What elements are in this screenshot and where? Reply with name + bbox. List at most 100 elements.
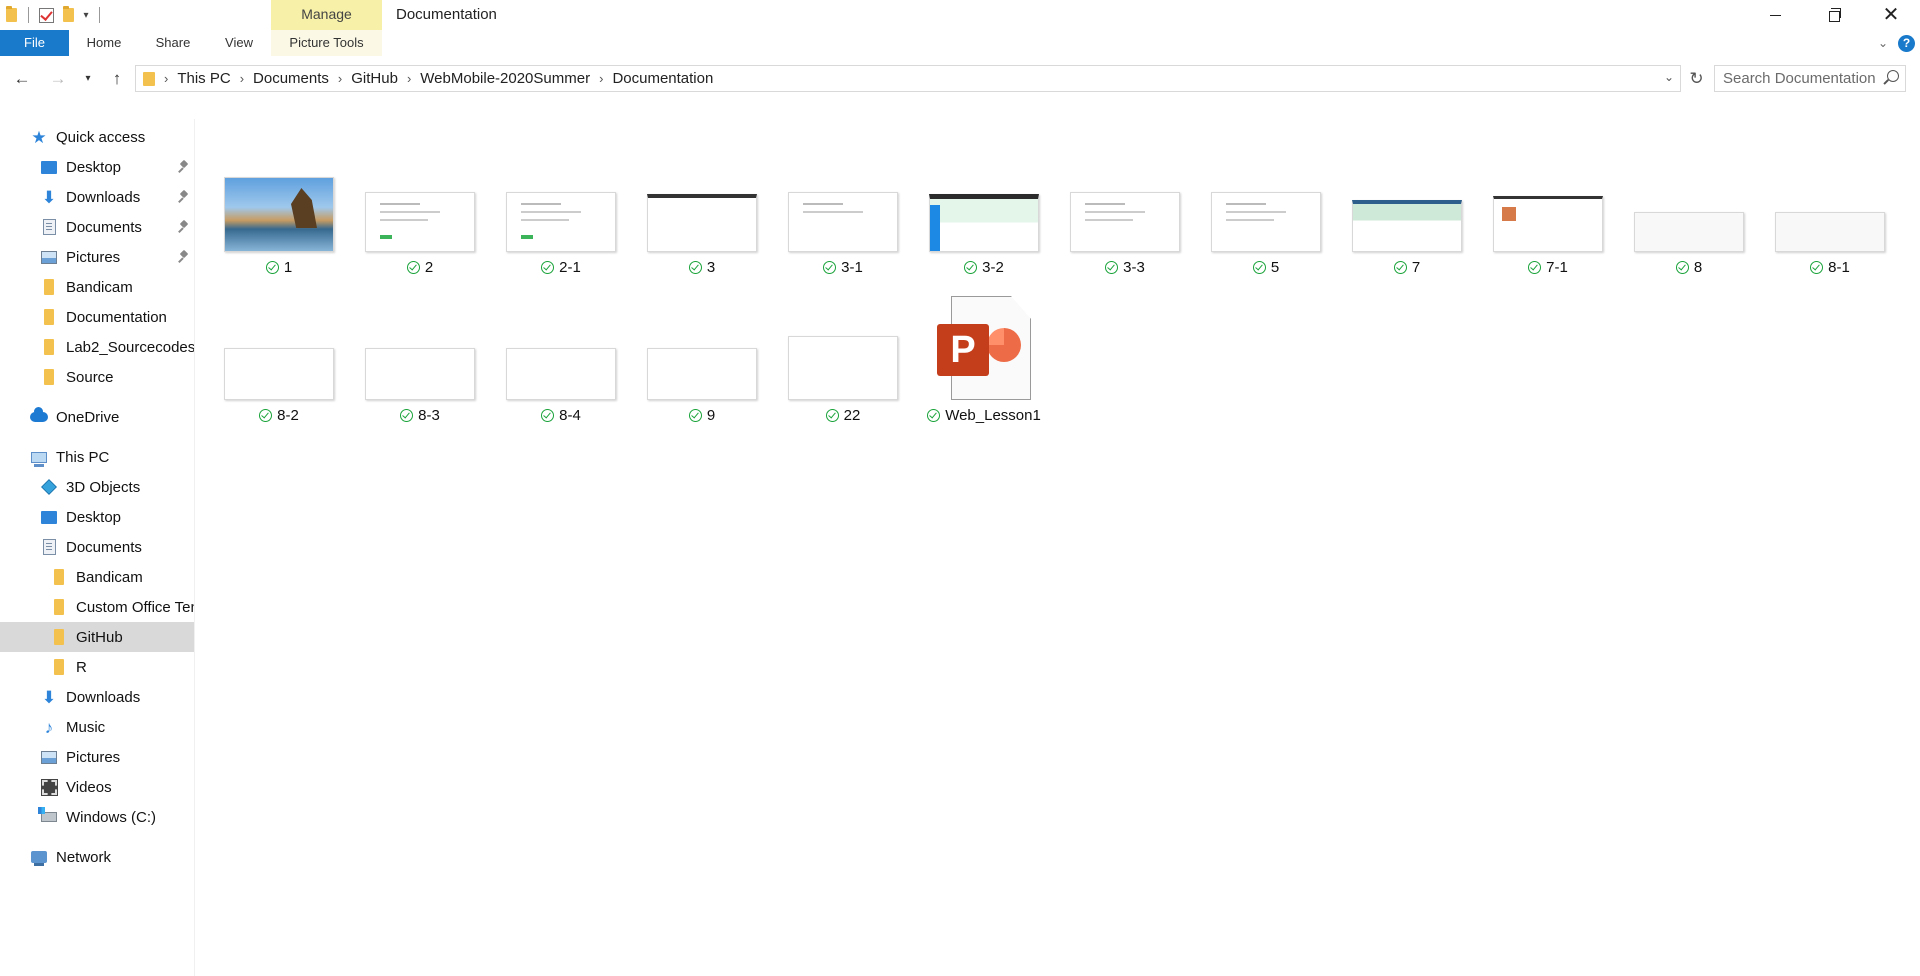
nav-pc-r[interactable]: R bbox=[0, 652, 195, 682]
file-item[interactable]: 8-4 bbox=[497, 298, 625, 426]
nav-pc-windows-c[interactable]: Windows (C:) bbox=[0, 802, 195, 832]
nav-quick-documents[interactable]: Documents bbox=[0, 212, 195, 242]
tab-picture-tools[interactable]: Picture Tools bbox=[271, 30, 382, 56]
file-item[interactable]: 8 bbox=[1625, 150, 1753, 278]
nav-pc-github[interactable]: GitHub bbox=[0, 622, 195, 652]
nav-label: Downloads bbox=[66, 188, 141, 206]
file-name: 3-1 bbox=[841, 258, 863, 276]
file-item[interactable]: 5 bbox=[1202, 150, 1330, 278]
file-item[interactable]: 2-1 bbox=[497, 150, 625, 278]
minimize-button[interactable] bbox=[1746, 0, 1804, 30]
image-thumbnail bbox=[1070, 192, 1180, 252]
file-item[interactable]: 8-3 bbox=[356, 298, 484, 426]
nav-quick-source[interactable]: Source bbox=[0, 362, 195, 392]
file-item[interactable]: 7 bbox=[1343, 150, 1471, 278]
search-box[interactable] bbox=[1714, 65, 1906, 92]
new-folder-icon[interactable] bbox=[57, 0, 79, 30]
tab-share[interactable]: Share bbox=[139, 30, 207, 56]
nav-quick-bandicam[interactable]: Bandicam bbox=[0, 272, 195, 302]
image-thumbnail bbox=[647, 194, 757, 252]
nav-label: Desktop bbox=[66, 158, 122, 176]
nav-quick-downloads[interactable]: ⬇ Downloads bbox=[0, 182, 195, 212]
ribbon-right-controls: ⌄ ? bbox=[1868, 30, 1920, 56]
nav-pc-pictures[interactable]: Pictures bbox=[0, 742, 195, 772]
breadcrumb-github[interactable]: GitHub bbox=[351, 70, 398, 87]
nav-quick-access[interactable]: ★ Quick access bbox=[0, 122, 195, 152]
file-item[interactable]: 1 bbox=[215, 150, 343, 278]
nav-pc-3d-objects[interactable]: 3D Objects bbox=[0, 472, 195, 502]
file-name: 2-1 bbox=[559, 258, 581, 276]
expand-ribbon-chevron-icon[interactable]: ⌄ bbox=[1868, 36, 1898, 50]
nav-pc-music[interactable]: ♪ Music bbox=[0, 712, 195, 742]
breadcrumb-documents[interactable]: Documents bbox=[253, 70, 329, 87]
nav-pc-bandicam[interactable]: Bandicam bbox=[0, 562, 195, 592]
nav-pc-videos[interactable]: Videos bbox=[0, 772, 195, 802]
recent-locations-button[interactable]: ▾ bbox=[80, 66, 96, 92]
file-item[interactable]: 3-1 bbox=[779, 150, 907, 278]
address-bar[interactable]: › This PC › Documents › GitHub › WebMobi… bbox=[135, 65, 1681, 92]
file-item[interactable]: 22 bbox=[779, 298, 907, 426]
help-icon[interactable]: ? bbox=[1898, 34, 1915, 52]
properties-icon[interactable] bbox=[35, 0, 57, 30]
folder-icon bbox=[0, 0, 22, 30]
documents-icon bbox=[40, 218, 58, 236]
nav-pc-custom-office-templates[interactable]: Custom Office Ten bbox=[0, 592, 195, 622]
nav-quick-desktop[interactable]: Desktop bbox=[0, 152, 195, 182]
folder-icon bbox=[50, 628, 68, 646]
nav-quick-lab2-sourcecodes[interactable]: Lab2_Sourcecodes bbox=[0, 332, 195, 362]
nav-onedrive[interactable]: OneDrive bbox=[0, 402, 195, 432]
nav-network[interactable]: Network bbox=[0, 842, 195, 872]
file-item[interactable]: 8-1 bbox=[1766, 150, 1894, 278]
forward-button[interactable]: → bbox=[44, 66, 72, 92]
file-name: 8-4 bbox=[559, 406, 581, 424]
nav-label: Documentation bbox=[66, 308, 167, 326]
powerpoint-file-icon: P bbox=[937, 296, 1031, 400]
pin-icon[interactable] bbox=[179, 161, 189, 173]
chevron-down-icon[interactable]: ⌄ bbox=[1664, 70, 1674, 84]
customize-toolbar-button[interactable]: ▾ bbox=[79, 10, 93, 21]
search-input[interactable] bbox=[1715, 66, 1875, 91]
file-view[interactable]: 1 2 2-1 3 3-1 3-2 3-3 5 7 7-1 8 8-1 8-2 … bbox=[205, 120, 1905, 960]
image-thumbnail bbox=[506, 348, 616, 400]
quick-access-toolbar: ▾ bbox=[0, 0, 106, 30]
nav-pc-desktop[interactable]: Desktop bbox=[0, 502, 195, 532]
chevron-right-icon[interactable]: › bbox=[599, 71, 603, 86]
nav-pc-documents[interactable]: Documents bbox=[0, 532, 195, 562]
file-item[interactable]: 3 bbox=[638, 150, 766, 278]
refresh-button[interactable]: ↻ bbox=[1683, 65, 1710, 92]
nav-label: Downloads bbox=[66, 688, 141, 706]
tab-home[interactable]: Home bbox=[69, 30, 139, 56]
up-button[interactable]: ↑ bbox=[103, 66, 131, 92]
pin-icon[interactable] bbox=[179, 251, 189, 263]
synced-check-icon bbox=[1252, 260, 1266, 274]
close-button[interactable]: ✕ bbox=[1862, 0, 1920, 30]
breadcrumb-webmobile[interactable]: WebMobile-2020Summer bbox=[420, 70, 590, 87]
file-item[interactable]: 9 bbox=[638, 298, 766, 426]
desktop-icon bbox=[40, 158, 58, 176]
close-icon: ✕ bbox=[1882, 4, 1900, 26]
nav-quick-documentation[interactable]: Documentation bbox=[0, 302, 195, 332]
videos-icon bbox=[40, 778, 58, 796]
file-item[interactable]: 8-2 bbox=[215, 298, 343, 426]
breadcrumb-documentation[interactable]: Documentation bbox=[612, 70, 713, 87]
tab-view[interactable]: View bbox=[207, 30, 271, 56]
chevron-right-icon[interactable]: › bbox=[338, 71, 342, 86]
file-item[interactable]: 3-2 bbox=[920, 150, 1048, 278]
chevron-right-icon[interactable]: › bbox=[240, 71, 244, 86]
chevron-right-icon[interactable]: › bbox=[407, 71, 411, 86]
chevron-right-icon[interactable]: › bbox=[164, 71, 168, 86]
nav-quick-pictures[interactable]: Pictures bbox=[0, 242, 195, 272]
folder-icon bbox=[50, 598, 68, 616]
pin-icon[interactable] bbox=[179, 191, 189, 203]
file-item[interactable]: P Web_Lesson1 bbox=[920, 296, 1048, 426]
back-button[interactable]: ← bbox=[8, 66, 36, 92]
pin-icon[interactable] bbox=[179, 221, 189, 233]
restore-button[interactable] bbox=[1804, 0, 1862, 30]
nav-pc-downloads[interactable]: ⬇ Downloads bbox=[0, 682, 195, 712]
file-item[interactable]: 2 bbox=[356, 150, 484, 278]
file-item[interactable]: 7-1 bbox=[1484, 150, 1612, 278]
nav-this-pc[interactable]: This PC bbox=[0, 442, 195, 472]
breadcrumb-this-pc[interactable]: This PC bbox=[177, 70, 230, 87]
tab-file[interactable]: File bbox=[0, 30, 69, 56]
file-item[interactable]: 3-3 bbox=[1061, 150, 1189, 278]
